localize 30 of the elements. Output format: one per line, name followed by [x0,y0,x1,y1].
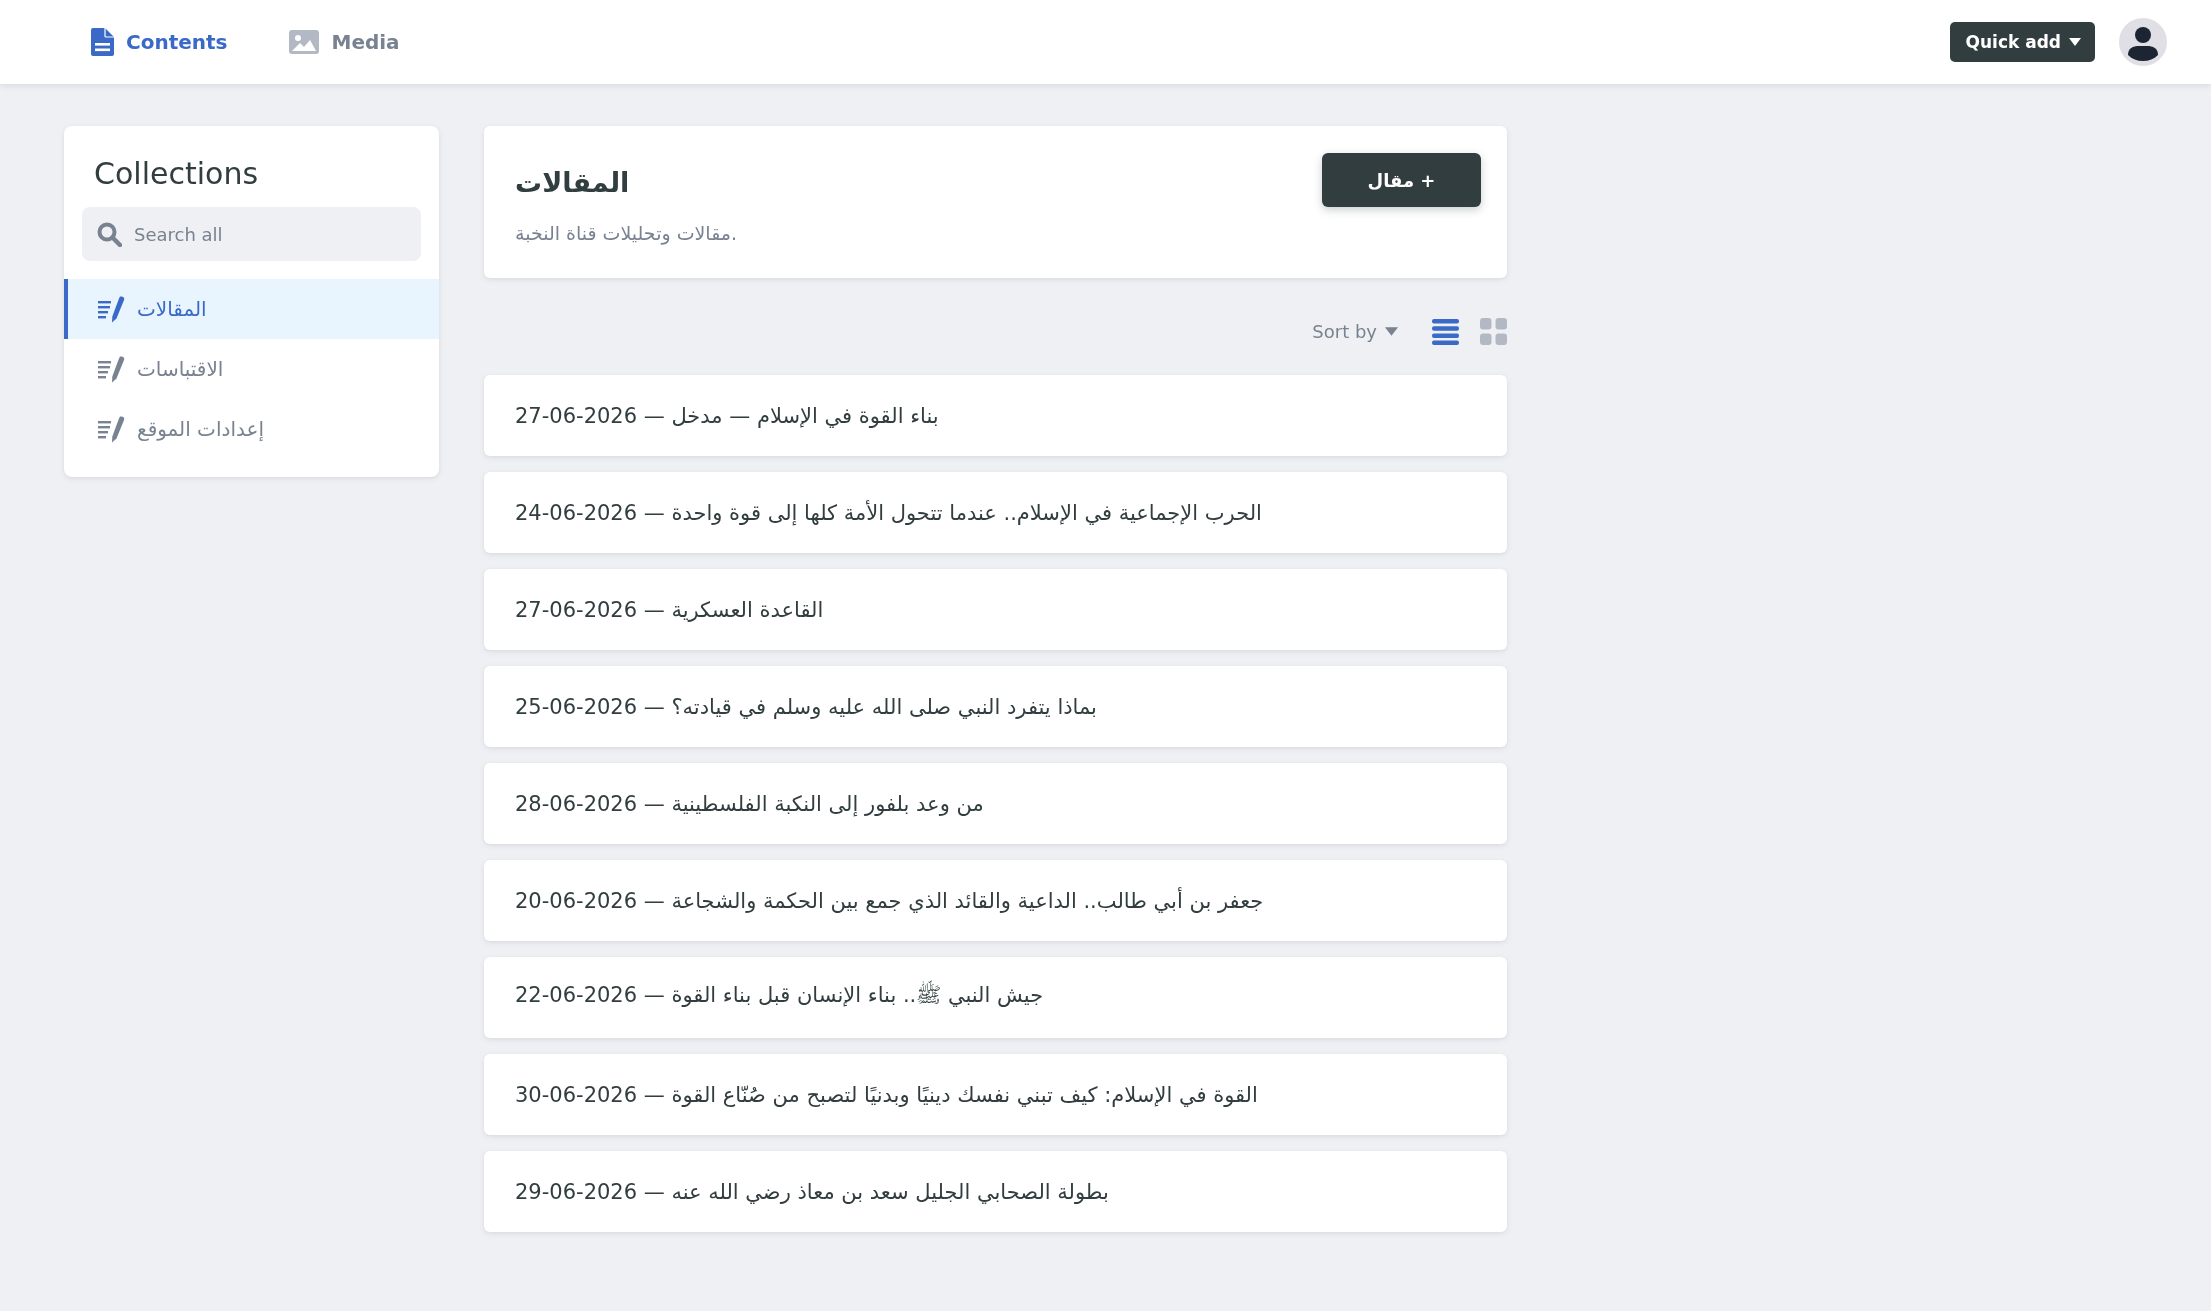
entry-card[interactable]: بناء القوة في الإسلام — مدخل — 2026-06-27 [484,375,1507,456]
entry-card[interactable]: من وعد بلفور إلى النكبة الفلسطينية — 2026-06-28 [484,763,1507,844]
avatar-icon[interactable] [2119,18,2167,66]
lines-pen-icon [98,355,125,383]
list-view-icon[interactable] [1432,318,1459,345]
quick-add-button[interactable]: Quick add [1949,22,2095,62]
search-icon [97,222,122,247]
caret-icon [2069,38,2081,46]
entry-card[interactable]: القاعدة العسكرية — 2026-06-27 [484,569,1507,650]
entry-card[interactable]: جيش النبي ﷺ.. بناء الإنسان قبل بناء القوة — 2026-06-22 [484,957,1507,1038]
sidebar-item[interactable]: الاقتباسات [64,339,439,399]
sidebar-title: Collections [93,155,260,193]
entry-card[interactable]: بماذا يتفرد النبي صلى الله عليه وسلم في قيادته؟ — 2026-06-25 [484,666,1507,747]
entry-card[interactable]: القوة في الإسلام: كيف تبني نفسك دينيًا وبدنيًا لتصبح من صُنّاع القوة — 2026-06-30 [484,1054,1507,1135]
sidebar-item[interactable]: المقالات [64,279,439,339]
caret-icon [1385,327,1398,336]
new-entry-button[interactable]: + مقال [1322,153,1481,207]
entry-card[interactable]: جعفر بن أبي طالب.. الداعية والقائد الذي جمع بين الحكمة والشجاعة — 2026-06-20 [484,860,1507,941]
entry-card[interactable]: بطولة الصحابي الجليل سعد بن معاذ رضي الله عنه — 2026-06-29 [484,1151,1507,1232]
nav-tab[interactable]: Media [289,30,400,54]
image-icon [289,30,320,54]
search-field[interactable]: Search all [82,207,421,261]
lines-pen-icon [98,415,125,443]
nav-tab[interactable]: Contents [91,28,228,56]
document-icon [91,28,114,56]
sidebar-item[interactable]: إعدادات الموقع [64,399,439,459]
lines-pen-icon [98,295,125,323]
collection-description: مقالات وتحليلات قناة النخبة. [515,221,737,247]
collection-title: المقالات [515,166,631,200]
entry-card[interactable]: الحرب الإجماعية في الإسلام.. عندما تتحول الأمة كلها إلى قوة واحدة — 2026-06-24 [484,472,1507,553]
